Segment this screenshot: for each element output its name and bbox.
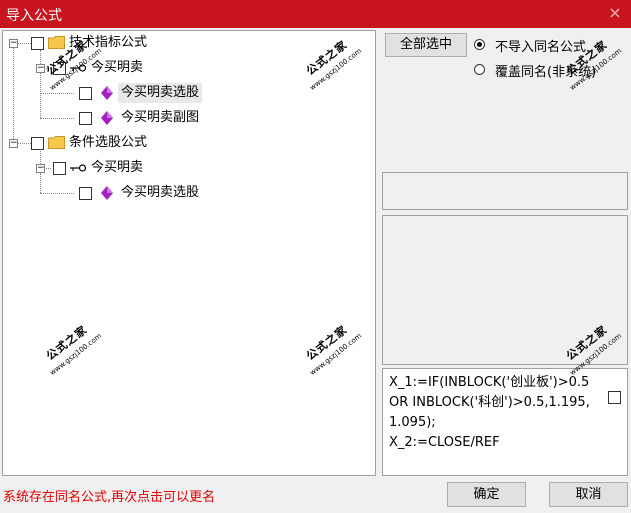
cancel-button[interactable]: 取消: [549, 482, 628, 507]
tree-group-indicator[interactable]: − 技术指标公式: [3, 33, 373, 53]
leaf-checkbox[interactable]: [79, 112, 92, 125]
tree-item-label: 今买明卖: [91, 160, 144, 175]
folder-icon: [48, 136, 65, 149]
key-icon: [70, 164, 86, 172]
formula-text: X_1:=IF(INBLOCK('创业板')>0.5 OR INBLOCK('科…: [389, 375, 590, 450]
radio-no-import-label: 不导入同名公式: [495, 40, 587, 55]
item-checkbox[interactable]: [53, 162, 66, 175]
title-bar: 导入公式 ×: [0, 0, 631, 28]
tree-leaf-label: 今买明卖选股: [121, 185, 200, 200]
radio-button-checked[interactable]: [474, 39, 485, 50]
gem-icon: [101, 86, 113, 100]
collapse-icon[interactable]: −: [9, 139, 18, 148]
gem-icon: [101, 186, 113, 200]
group-checkbox[interactable]: [31, 37, 44, 50]
tree-group-label: 条件选股公式: [69, 135, 148, 150]
tree-group-condition[interactable]: − 条件选股公式: [3, 133, 373, 153]
formula-checkbox[interactable]: [608, 391, 621, 404]
ok-button[interactable]: 确定: [447, 482, 526, 507]
close-icon[interactable]: ×: [605, 3, 625, 23]
folder-icon: [48, 36, 65, 49]
info-field: [382, 172, 628, 210]
tree-leaf-label: 今买明卖选股: [118, 83, 203, 103]
status-message: 系统存在同名公式,再次点击可以更名: [3, 490, 216, 505]
radio-button[interactable]: [474, 64, 485, 75]
tree-leaf[interactable]: 今买明卖选股: [3, 183, 373, 203]
select-all-button[interactable]: 全部选中: [385, 33, 467, 57]
window-title: 导入公式: [6, 8, 62, 24]
group-checkbox[interactable]: [31, 137, 44, 150]
tree-leaf-label: 今买明卖副图: [121, 110, 200, 125]
gem-icon: [101, 111, 113, 125]
tree-leaf[interactable]: 今买明卖副图: [3, 108, 373, 128]
leaf-checkbox[interactable]: [79, 187, 92, 200]
tree-item-formula[interactable]: − 今买明卖: [3, 158, 373, 178]
collapse-icon[interactable]: −: [9, 39, 18, 48]
collapse-icon[interactable]: −: [36, 164, 45, 173]
